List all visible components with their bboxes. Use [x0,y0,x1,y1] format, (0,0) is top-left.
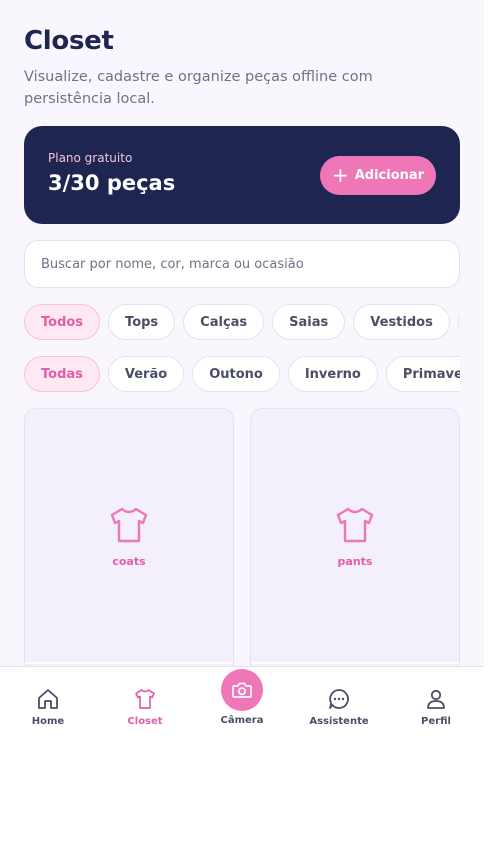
plus-icon: + [331,162,349,187]
category-chip-calcas[interactable]: Calças [183,304,265,340]
item-card-label: pants [337,555,373,568]
closet-screen: Closet Visualize, cadastre e organize pe… [0,0,484,666]
user-icon [427,689,445,709]
category-chip-tops[interactable]: Tops [108,304,176,340]
camera-icon [232,682,252,698]
nav-assistant[interactable]: Assistente [294,667,384,743]
search-input[interactable] [41,256,443,272]
nav-assistant-label: Assistente [309,716,369,727]
category-chip-partial[interactable]: Ca [457,304,460,340]
item-card[interactable]: coats [24,408,234,666]
home-icon [38,689,58,709]
card-divider [25,662,233,664]
season-filter-row: Todas Verão Outono Inverno Primavera [24,356,460,394]
category-chip-todos[interactable]: Todos [24,304,101,340]
season-chip-verao[interactable]: Verão [107,356,185,392]
search-box[interactable] [24,240,460,288]
bottom-nav: Home Closet Câmera Assistente Perfil [0,666,484,742]
nav-profile-label: Perfil [421,716,451,727]
season-chip-primavera[interactable]: Primavera [385,356,460,392]
plan-label: Plano gratuito [48,151,133,165]
add-button[interactable]: + Adicionar [320,156,436,195]
category-chip-vestidos[interactable]: Vestidos [353,304,450,340]
chat-icon [329,689,349,709]
nav-profile[interactable]: Perfil [391,667,481,743]
shirt-icon [336,507,374,543]
card-divider [251,662,459,664]
add-button-label: Adicionar [354,168,425,183]
item-card-label: coats [112,555,146,568]
season-chip-outono[interactable]: Outono [192,356,280,392]
nav-home[interactable]: Home [3,667,93,743]
nav-closet-label: Closet [127,716,163,727]
season-chip-todas[interactable]: Todas [24,356,100,392]
nav-home-label: Home [31,716,65,727]
page-title: Closet [24,26,114,56]
plan-count: 3/30 peças [48,171,176,195]
category-filter-row: Todos Tops Calças Saias Vestidos Ca [24,304,460,342]
nav-camera-label[interactable]: Câmera [197,715,287,726]
season-chip-inverno[interactable]: Inverno [287,356,378,392]
item-card[interactable]: pants [250,408,460,666]
shirt-icon [110,507,148,543]
nav-closet[interactable]: Closet [100,667,190,743]
camera-button[interactable] [221,669,263,711]
plan-card: Plano gratuito 3/30 peças + Adicionar [24,126,460,224]
category-chip-saias[interactable]: Saias [272,304,346,340]
shirt-icon [135,689,155,709]
page-subtitle: Visualize, cadastre e organize peças off… [24,69,373,107]
